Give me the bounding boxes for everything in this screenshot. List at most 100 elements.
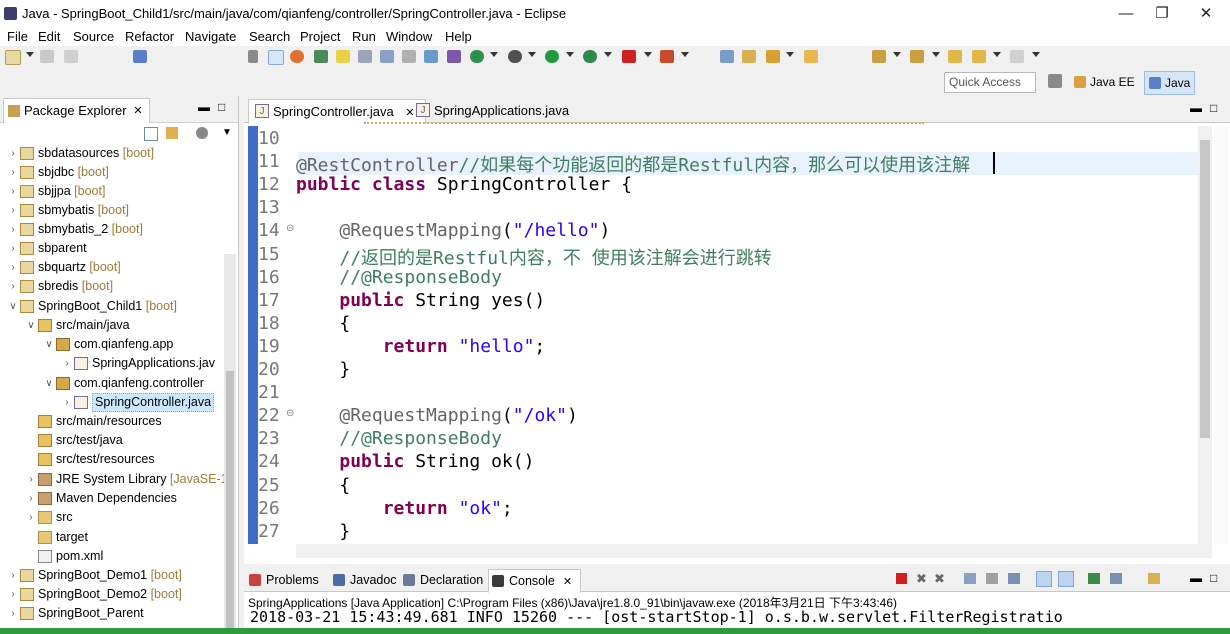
tree-item[interactable]: › JRE System Library [JavaSE-1 (0, 470, 228, 489)
highlight-icon[interactable] (336, 50, 350, 63)
code-line[interactable]: //返回的是Restful内容，不 使用该注解会进行跳转 (296, 244, 771, 270)
back-dropdown-icon[interactable] (993, 52, 1001, 57)
maximize-icon[interactable]: ❐ (1148, 4, 1176, 24)
tree-item[interactable]: › SpringBoot_Parent (0, 604, 224, 623)
run-last-icon[interactable] (470, 50, 484, 63)
code-line[interactable]: @RestController//如果每个功能返回的都是Restful内容，那么… (296, 151, 970, 177)
show-on-stderr-icon[interactable] (1058, 571, 1074, 587)
run-last-dropdown-icon[interactable] (490, 52, 498, 57)
open-perspective-icon[interactable] (1048, 74, 1062, 88)
package-explorer-scroll-thumb[interactable] (226, 371, 234, 631)
maximize-view-icon[interactable]: □ (1210, 101, 1217, 115)
code-line[interactable]: } (296, 359, 350, 380)
tree-item[interactable]: ∨ com.qianfeng.controller (0, 374, 224, 393)
menu-project[interactable]: Project (300, 28, 340, 45)
run-dropdown-icon[interactable] (566, 52, 574, 57)
chevron-down-icon[interactable]: ∨ (26, 316, 36, 335)
code-line[interactable]: public String ok() (296, 451, 534, 472)
toggle-mark-icon[interactable] (248, 50, 258, 63)
menu-refactor[interactable]: Refactor (125, 28, 174, 45)
debug-icon[interactable] (508, 50, 522, 63)
close-icon[interactable]: ✕ (1192, 4, 1220, 24)
tree-item[interactable]: › SpringController.java (0, 393, 224, 412)
maximize-view-icon[interactable]: □ (218, 100, 225, 114)
pin-console-icon[interactable] (1088, 573, 1100, 584)
forward-dropdown-icon[interactable] (1032, 52, 1040, 57)
chevron-right-icon[interactable]: › (26, 489, 36, 508)
tree-item[interactable]: ∨ com.qianfeng.app (0, 335, 224, 354)
perspective-java-ee[interactable]: Java EE (1070, 71, 1139, 93)
collapse-all-icon[interactable] (144, 127, 158, 141)
tree-item[interactable]: › SpringBoot_Demo2 [boot] (0, 585, 224, 604)
code-line[interactable]: //@ResponseBody (296, 428, 502, 449)
code-line[interactable]: { (296, 475, 350, 496)
maximize-view-icon[interactable]: □ (1210, 571, 1217, 585)
tab-console[interactable]: Console ✕ (488, 569, 582, 593)
tree-item[interactable]: ∨ SpringBoot_Child1 [boot] (0, 297, 224, 316)
view-menu-icon[interactable] (196, 127, 208, 139)
debug-dropdown-icon[interactable] (528, 52, 536, 57)
minimize-view-icon[interactable]: ▬ (198, 100, 210, 114)
menu-file[interactable]: File (7, 28, 28, 45)
chevron-down-icon[interactable]: ∨ (44, 374, 54, 393)
show-whitespace-icon[interactable] (358, 50, 372, 63)
previous-annotation-icon[interactable] (910, 50, 924, 63)
back-icon[interactable] (972, 50, 986, 63)
perspective-java[interactable]: Java (1144, 71, 1196, 95)
editor-horizontal-scrollbar[interactable] (296, 544, 1212, 558)
menu-edit[interactable]: Edit (38, 28, 60, 45)
console-output-line[interactable]: 2018-03-21 15:43:49.681 INFO 15260 --- [… (250, 608, 1225, 626)
scroll-lock-icon[interactable] (986, 573, 998, 584)
terminate-icon[interactable] (622, 50, 636, 63)
new-package-icon[interactable] (742, 50, 756, 63)
new-java-project-icon[interactable] (720, 50, 734, 63)
tree-item[interactable]: › sbredis [boot] (0, 277, 224, 296)
clear-console-icon[interactable] (964, 573, 976, 584)
tree-item[interactable]: › sbmybatis [boot] (0, 201, 224, 220)
minimize-icon[interactable]: — (1112, 4, 1140, 24)
chevron-right-icon[interactable]: › (26, 508, 36, 527)
chevron-right-icon[interactable]: › (8, 220, 18, 239)
new-class-dropdown-icon[interactable] (786, 52, 794, 57)
previous-annotation-dropdown-icon[interactable] (932, 52, 940, 57)
terminal-icon[interactable] (133, 50, 147, 63)
chevron-right-icon[interactable]: › (8, 163, 18, 182)
tab-package-explorer[interactable]: Package Explorer ✕ (3, 98, 150, 123)
forward-icon[interactable] (1010, 50, 1024, 63)
code-line[interactable]: public class SpringController { (296, 174, 632, 195)
menu-search[interactable]: Search (249, 28, 290, 45)
web-browser-icon[interactable] (290, 50, 304, 63)
tree-item[interactable]: › src (0, 508, 224, 527)
tree-item[interactable]: › sbjdbc [boot] (0, 163, 224, 182)
code-line[interactable]: @RequestMapping("/hello") (296, 220, 610, 241)
menu-navigate[interactable]: Navigate (185, 28, 236, 45)
quick-access-input[interactable]: Quick Access (944, 72, 1036, 93)
view-menu-chevron-down-icon[interactable]: ▼ (222, 127, 232, 138)
chevron-right-icon[interactable]: › (8, 258, 18, 277)
editor-scroll-thumb[interactable] (1200, 140, 1210, 438)
remove-launch-icon[interactable]: ✖ (916, 571, 927, 587)
hierarchy-icon[interactable] (447, 50, 461, 63)
tab-declaration[interactable]: Declaration (400, 569, 483, 591)
chevron-down-icon[interactable]: ∨ (44, 335, 54, 354)
tree-item[interactable]: pom.xml (0, 547, 224, 566)
code-area[interactable]: @RestController//如果每个功能返回的都是Restful内容，那么… (244, 96, 1194, 544)
run-icon[interactable] (545, 50, 559, 63)
chevron-right-icon[interactable]: › (8, 585, 18, 604)
new-icon[interactable] (5, 50, 21, 65)
pilcrow-icon[interactable] (402, 50, 416, 63)
chevron-right-icon[interactable]: › (8, 144, 18, 163)
next-annotation-dropdown-icon[interactable] (893, 52, 901, 57)
minimize-view-icon[interactable]: ▬ (1190, 571, 1202, 585)
chevron-right-icon[interactable]: › (8, 566, 18, 585)
tree-item[interactable]: › sbparent (0, 239, 224, 258)
open-console-icon[interactable] (1148, 573, 1160, 584)
open-type-icon[interactable] (314, 50, 328, 63)
next-annotation-icon[interactable] (872, 50, 886, 63)
save-icon[interactable] (40, 50, 54, 63)
format-icon[interactable] (380, 50, 394, 63)
chevron-right-icon[interactable]: › (62, 354, 72, 373)
chevron-right-icon[interactable]: › (26, 470, 36, 489)
coverage-icon[interactable] (583, 50, 597, 63)
display-console-icon[interactable] (1110, 573, 1122, 584)
